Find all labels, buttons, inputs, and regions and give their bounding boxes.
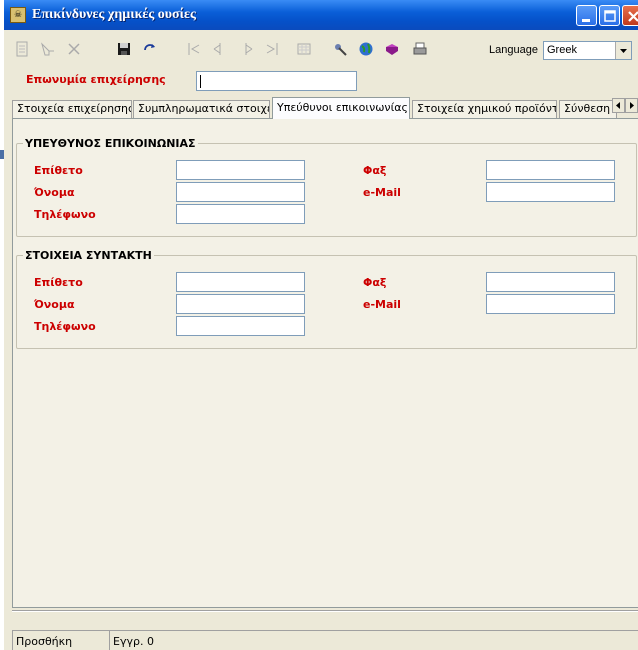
text-cursor <box>200 75 201 88</box>
refresh-icon[interactable] <box>142 41 158 57</box>
editor-email-input[interactable] <box>486 294 615 314</box>
editor-phone-input[interactable] <box>176 316 305 336</box>
contact-name-input[interactable] <box>176 182 305 202</box>
contact-name-label: Όνομα <box>34 186 75 199</box>
contact-phone-input[interactable] <box>176 204 305 224</box>
contact-phone-label: Τηλέφωνο <box>34 208 96 221</box>
contact-surname-label: Επίθετο <box>34 164 83 177</box>
tab-company-info[interactable]: Στοιχεία επιχείρησης <box>12 100 132 118</box>
editor-email-label: e-Mail <box>363 298 401 311</box>
company-name-input[interactable] <box>196 71 357 91</box>
editor-title: ΣΤΟΙΧΕΙΑ ΣΥΝΤΑΚΤΗ <box>23 249 154 262</box>
editor-phone-label: Τηλέφωνο <box>34 320 96 333</box>
maximize-icon <box>604 10 616 22</box>
minimize-icon <box>582 19 590 22</box>
book-icon[interactable] <box>384 41 400 57</box>
chevron-left-icon <box>616 102 620 109</box>
maximize-button[interactable] <box>599 5 620 26</box>
last-record-icon[interactable] <box>264 41 280 57</box>
grid-icon[interactable] <box>296 41 312 57</box>
editor-surname-input[interactable] <box>176 272 305 292</box>
status-separator <box>12 610 638 612</box>
app-window: ☠ Επικίνδυνες χημικές ουσίες Language Gr… <box>4 0 638 650</box>
editor-fax-label: Φαξ <box>363 276 387 289</box>
tab-composition[interactable]: Σύνθεση <box>559 100 617 118</box>
tab-contacts[interactable]: Υπεύθυνοι επικοινωνίας <box>272 97 410 119</box>
contact-surname-input[interactable] <box>176 160 305 180</box>
globe-icon[interactable] <box>358 41 374 57</box>
editor-fax-input[interactable] <box>486 272 615 292</box>
status-bar: Προσθήκη Εγγρ. 0 <box>12 610 638 650</box>
language-select[interactable]: Greek <box>543 41 632 60</box>
new-icon[interactable] <box>14 41 30 57</box>
tab-scroll-right[interactable] <box>625 98 638 113</box>
title-bar[interactable]: ☠ Επικίνδυνες χημικές ουσίες <box>4 0 638 30</box>
contact-fax-label: Φαξ <box>363 164 387 177</box>
tab-strip: Στοιχεία επιχείρησης Συμπληρωματικά στοι… <box>12 97 638 119</box>
first-record-icon[interactable] <box>186 41 202 57</box>
company-name-label: Επωνυμία επιχείρησης <box>26 73 166 86</box>
editor-name-input[interactable] <box>176 294 305 314</box>
contact-email-label: e-Mail <box>363 186 401 199</box>
contact-person-group: ΥΠΕΥΘΥΝΟΣ ΕΠΙΚΟΙΝΩΝΙΑΣ Επίθετο Όνομα Τηλ… <box>16 137 637 237</box>
save-icon[interactable] <box>116 41 132 57</box>
window-title: Επικίνδυνες χημικές ουσίες <box>32 7 196 22</box>
chevron-down-icon <box>620 49 627 53</box>
edit-icon[interactable] <box>40 41 56 57</box>
language-label: Language <box>489 44 538 56</box>
contact-email-input[interactable] <box>486 182 615 202</box>
previous-record-icon[interactable] <box>212 41 228 57</box>
close-button[interactable] <box>622 5 638 26</box>
tab-additional-info[interactable]: Συμπληρωματικά στοιχεία <box>133 100 270 118</box>
language-select-value: Greek <box>547 44 577 56</box>
status-mode: Προσθήκη <box>12 630 109 650</box>
minimize-button[interactable] <box>576 5 597 26</box>
toolbar: Language Greek <box>4 32 638 66</box>
contact-fax-input[interactable] <box>486 160 615 180</box>
printer-icon[interactable] <box>412 41 428 57</box>
app-icon: ☠ <box>10 7 26 23</box>
contact-person-title: ΥΠΕΥΘΥΝΟΣ ΕΠΙΚΟΙΝΩΝΙΑΣ <box>23 137 198 150</box>
status-record: Εγγρ. 0 <box>109 630 638 650</box>
dropdown-arrow[interactable] <box>615 42 631 59</box>
tab-chemical-product[interactable]: Στοιχεία χημικού προϊόντος <box>412 100 557 118</box>
close-icon <box>628 11 638 22</box>
delete-icon[interactable] <box>66 41 82 57</box>
tab-scroll-left[interactable] <box>612 98 625 113</box>
tools-icon[interactable] <box>332 41 348 57</box>
chevron-right-icon <box>630 102 634 109</box>
next-record-icon[interactable] <box>238 41 254 57</box>
editor-name-label: Όνομα <box>34 298 75 311</box>
editor-group: ΣΤΟΙΧΕΙΑ ΣΥΝΤΑΚΤΗ Επίθετο Όνομα Τηλέφωνο… <box>16 249 637 349</box>
editor-surname-label: Επίθετο <box>34 276 83 289</box>
